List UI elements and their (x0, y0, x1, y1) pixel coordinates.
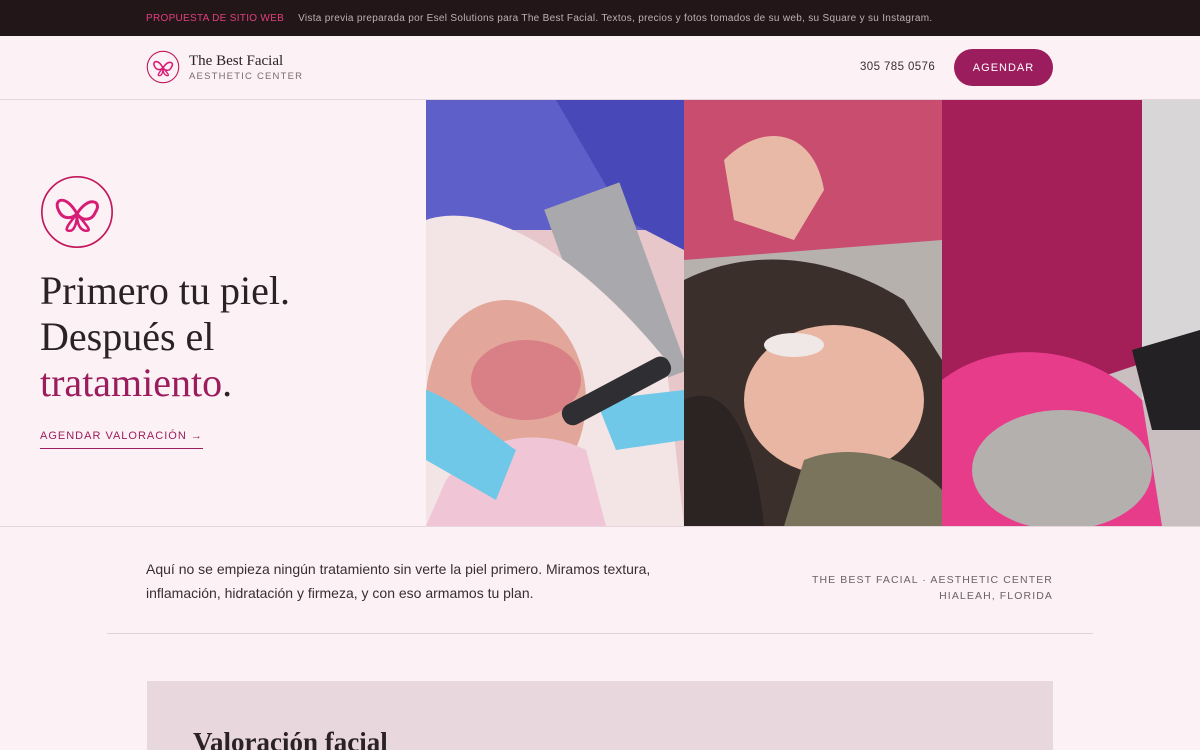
location-line-1: THE BEST FACIAL · AESTHETIC CENTER (811, 574, 1053, 586)
headline-line-1: Primero tu piel. (40, 268, 290, 313)
brand-link[interactable]: The Best Facial AESTHETIC CENTER (146, 50, 303, 84)
banner-message: Vista previa preparada por Esel Solution… (298, 12, 933, 24)
location-label: THE BEST FACIAL · AESTHETIC CENTER HIALE… (812, 572, 1053, 604)
headline-end: . (222, 360, 233, 405)
treatment-photo-2 (684, 100, 942, 526)
intro-text: Aquí no se empieza ningún tratamiento si… (146, 561, 651, 601)
section-title: Valoración facial (193, 727, 388, 750)
headline-line-2: Después el (40, 314, 215, 359)
section-divider (107, 633, 1093, 634)
hero-headline: Primero tu piel. Después el tratamiento. (40, 268, 290, 406)
site-header: The Best Facial AESTHETIC CENTER 305 785… (0, 36, 1200, 100)
hero-copy: Primero tu piel. Después el tratamiento.… (0, 100, 426, 526)
treatment-photo-1 (426, 100, 684, 526)
brand-subtitle: AESTHETIC CENTER (189, 70, 304, 82)
book-assessment-link[interactable]: AGENDAR VALORACIÓN → (40, 430, 203, 449)
headline-accent: tratamiento (40, 360, 223, 405)
butterfly-logo-icon (146, 50, 180, 84)
schedule-button[interactable]: AGENDAR (954, 49, 1053, 86)
butterfly-logo-icon (41, 176, 113, 248)
brand-name: The Best Facial (189, 52, 284, 69)
treatment-photo-3 (942, 100, 1200, 526)
preview-banner: PROPUESTA DE SITIO WEB Vista previa prep… (0, 0, 1200, 36)
facial-assessment-card: Valoración facial (147, 681, 1053, 750)
location-line-2: HIALEAH, FLORIDA (939, 590, 1053, 602)
hero-divider (0, 526, 1200, 527)
phone-link[interactable]: 305 785 0576 (860, 61, 935, 73)
banner-tag: PROPUESTA DE SITIO WEB (146, 12, 285, 24)
